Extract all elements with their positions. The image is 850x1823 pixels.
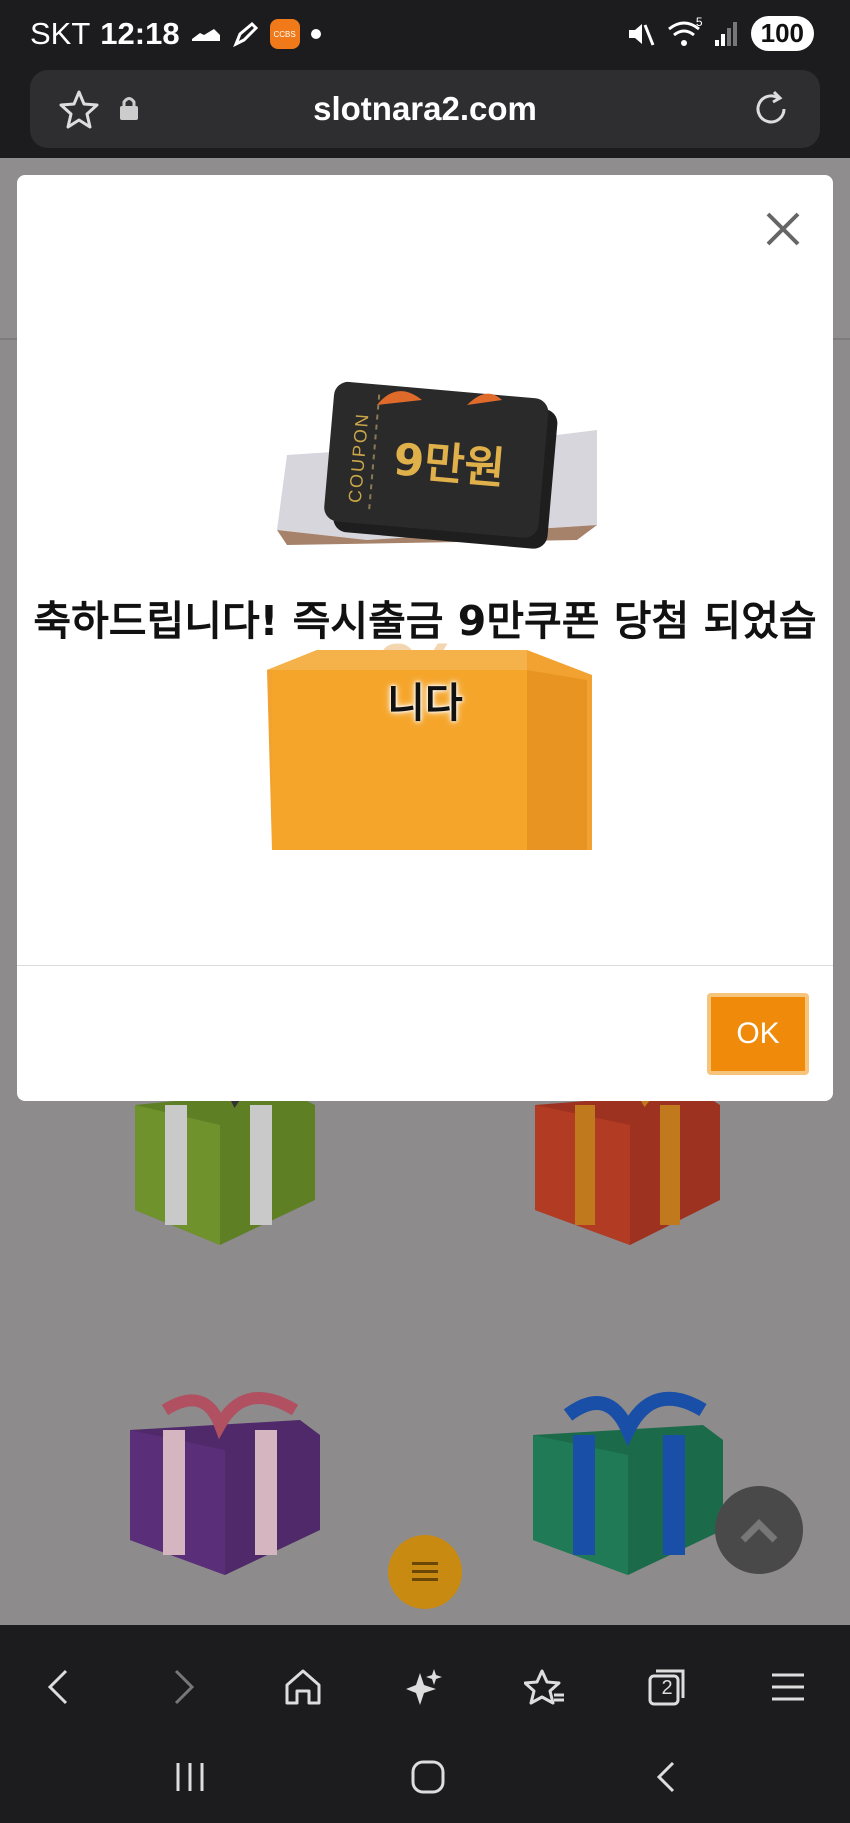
home-icon: [285, 1669, 321, 1705]
tabs-icon: 2: [647, 1667, 687, 1707]
tabs-button[interactable]: 2: [631, 1651, 703, 1723]
modal-divider: [17, 965, 833, 966]
message-line-1: 축하드립니다! 즉시출금 9만쿠폰 당첨 되었습: [33, 597, 817, 645]
close-icon[interactable]: [763, 209, 803, 249]
ok-button[interactable]: OK: [707, 993, 809, 1075]
system-back-button[interactable]: [634, 1745, 698, 1809]
browser-toolbar: slotnara2.com: [0, 68, 850, 158]
carrier-label: SKT: [30, 16, 91, 51]
purple-gift-box[interactable]: [125, 1390, 320, 1580]
red-gift-box[interactable]: [530, 1080, 725, 1250]
bookmarks-icon: [524, 1669, 564, 1705]
pen-icon: [232, 21, 258, 48]
message-line-2: 니다: [387, 679, 463, 727]
reload-icon[interactable]: [750, 88, 792, 130]
forward-icon: [174, 1669, 195, 1705]
sparkle-icon: [406, 1669, 442, 1705]
floating-menu-button[interactable]: [388, 1535, 462, 1609]
browser-bottom-bar: 2: [0, 1625, 850, 1823]
scroll-to-top-button[interactable]: [715, 1486, 803, 1574]
wifi-icon: 5: [667, 15, 703, 49]
recents-button[interactable]: [158, 1745, 222, 1809]
wifi-label: 5: [695, 14, 703, 29]
battery-indicator: 100: [750, 16, 814, 51]
menu-icon: [772, 1673, 804, 1701]
address-bar[interactable]: slotnara2.com: [30, 70, 820, 148]
dot-icon: [310, 29, 321, 39]
home-button[interactable]: [267, 1651, 339, 1723]
system-home-button[interactable]: [396, 1745, 460, 1809]
bookmarks-button[interactable]: [509, 1651, 581, 1723]
coupon-value: 9만원: [391, 434, 507, 495]
back-icon: [47, 1669, 68, 1705]
home-circle-icon: [411, 1760, 445, 1794]
hamburger-icon: [412, 1562, 438, 1581]
forward-button[interactable]: [147, 1651, 219, 1723]
time-label: 12:18: [100, 16, 180, 51]
teal-gift-box[interactable]: [528, 1390, 728, 1580]
url-text: slotnara2.com: [313, 90, 537, 127]
assistant-button[interactable]: [388, 1651, 460, 1723]
recents-icon: [176, 1763, 204, 1791]
back-button[interactable]: [23, 1651, 95, 1723]
mute-icon: [628, 23, 655, 46]
back-arrow-icon: [656, 1761, 675, 1793]
chevron-up-icon: [740, 1519, 778, 1543]
signal-icon: [714, 21, 737, 46]
congratulations-message: 축하드립니다! 즉시출금 9만쿠폰 당첨 되었습 니다: [17, 580, 833, 744]
status-bar: SKT 12:18 CCBS 5 100: [0, 0, 850, 68]
tabs-count: 2: [661, 1677, 673, 1699]
menu-button[interactable]: [752, 1651, 824, 1723]
green-gift-box[interactable]: [125, 1080, 320, 1250]
coupon-modal: COUPON 9만원 % 축하드립니다! 즉시출금 9만쿠폰 당첨 되었습 니다…: [17, 175, 833, 1101]
app-ccbs-icon: CCBS: [269, 19, 300, 49]
shoe-icon: [191, 29, 220, 41]
